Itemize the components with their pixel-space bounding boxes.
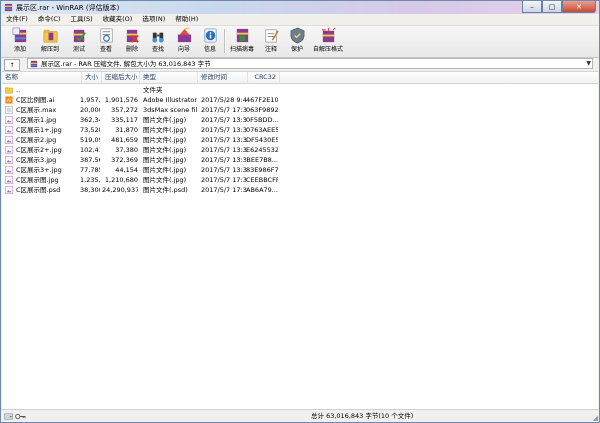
file-row[interactable]: C区展示3.jpg 387,567 372,369 图片文件(.jpg) 201… [2,155,302,165]
address-path: 展示区.rar - RAR 压缩文件, 解包大小为 63,016,843 字节 [41,60,211,68]
svg-text:Ai: Ai [7,98,11,104]
test-icon [73,29,86,43]
file-row[interactable]: C区展示2+.jpg 102,411 37,380 图片文件(.jpg) 201… [2,145,302,155]
info-icon [204,28,216,43]
jpg-file-icon [5,146,13,154]
file-row-parent[interactable]: .. 文件夹 [2,85,302,95]
max-file-icon [5,106,13,114]
file-row[interactable]: C区展示1+.jpg 73,528 31,870 图片文件(.jpg) 2017… [2,125,302,135]
comment-button[interactable]: 注释 [259,27,283,56]
menu-file[interactable]: 文件(F) [1,14,33,25]
info-button[interactable]: 信息 [198,27,222,56]
sfx-icon [321,27,336,43]
file-row[interactable]: C区展示3+.jpg 77,785 44,154 图片文件(.jpg) 2017… [2,165,302,175]
menu-favorites[interactable]: 收藏夹(O) [98,14,138,25]
column-crc32[interactable]: CRC32 [248,72,280,83]
folder-up-icon [5,87,13,94]
file-row[interactable]: Ai C区比例图.ai 1,957,545 1,901,576 Adobe Il… [2,95,302,105]
toolbar: 添加 解压到 测试 查看 删除 查找 向导 信息 扫描病毒 注释 保护 自解压格… [1,26,599,58]
file-row[interactable]: C区展示图.psd 38,300,253 24,290,937 图片文件(.ps… [2,185,302,195]
close-button[interactable]: ✕ [562,1,596,13]
add-archive-icon [12,27,26,43]
file-row[interactable]: C区展示2.jpg 519,097 481,659 图片文件(.jpg) 201… [2,135,302,145]
file-row[interactable]: C区展示图.jpg 1,235,549 1,210,680 图片文件(.jpg)… [2,175,302,185]
test-button[interactable]: 测试 [67,27,91,56]
virus-scan-icon [236,28,248,43]
column-type[interactable]: 类型 [140,72,198,83]
winrar-window: 展示区.rar - WinRAR (评估版本) – □ ✕ 文件(F) 命令(C… [0,0,600,423]
psd-file-icon [5,186,13,194]
jpg-file-icon [5,116,13,124]
menu-tools[interactable]: 工具(S) [65,14,97,25]
window-title: 展示区.rar - WinRAR (评估版本) [16,4,120,12]
extract-to-icon [43,29,57,43]
jpg-file-icon [5,156,13,164]
file-row[interactable]: C区展示1.jpg 362,340 335,117 图片文件(.jpg) 201… [2,115,302,125]
address-field[interactable]: 展示区.rar - RAR 压缩文件, 解包大小为 63,016,843 字节 … [27,58,593,69]
column-packed[interactable]: 压缩后大小 [102,72,140,83]
jpg-file-icon [5,126,13,134]
delete-button[interactable]: 删除 [120,27,144,56]
jpg-file-icon [5,136,13,144]
maximize-button[interactable]: □ [542,1,562,13]
status-bar: 总计 63,016,843 字节(10 个文件) ◢ [1,409,599,422]
winrar-logo-icon [4,3,13,12]
key-icon[interactable] [15,412,26,421]
column-name[interactable]: 名称 [2,72,82,83]
minimize-button[interactable]: – [522,1,542,13]
drive-icon[interactable] [4,412,13,421]
menu-help[interactable]: 帮助(H) [170,14,203,25]
menu-options[interactable]: 选项(N) [137,14,170,25]
view-button[interactable]: 查看 [94,27,118,56]
jpg-file-icon [5,166,13,174]
extract-to-button[interactable]: 解压到 [37,27,63,56]
protect-button[interactable]: 保护 [285,27,309,56]
status-summary: 总计 63,016,843 字节(10 个文件) [311,412,414,420]
file-list-header: 名称 大小 压缩后大小 类型 修改时间 CRC32 [2,72,598,84]
file-row[interactable]: C区展示.max 20,000,768 357,272 3dsMax scene… [2,105,302,115]
resize-grip-icon[interactable]: ◢ [593,414,598,422]
rar-archive-icon [30,60,38,68]
comment-icon [265,29,279,43]
title-bar[interactable]: 展示区.rar - WinRAR (评估版本) – □ ✕ [1,1,599,14]
add-button[interactable]: 添加 [7,27,33,56]
view-icon [100,28,112,43]
column-modified[interactable]: 修改时间 [198,72,248,83]
virus-scan-button[interactable]: 扫描病毒 [226,27,258,56]
sfx-button[interactable]: 自解压格式 [309,27,347,56]
address-dropdown-icon[interactable]: ▼ [586,59,591,68]
address-bar: ↑ 展示区.rar - RAR 压缩文件, 解包大小为 63,016,843 字… [1,58,599,71]
jpg-file-icon [5,176,13,184]
column-size[interactable]: 大小 [82,72,102,83]
menu-bar: 文件(F) 命令(C) 工具(S) 收藏夹(O) 选项(N) 帮助(H) [1,14,599,26]
up-folder-button[interactable]: ↑ [4,59,20,71]
illustrator-file-icon: Ai [5,96,13,104]
find-button[interactable]: 查找 [146,27,170,56]
find-icon [151,32,164,43]
wizard-button[interactable]: 向导 [172,27,196,56]
protect-icon [290,27,304,44]
wizard-icon [177,27,191,43]
menu-commands[interactable]: 命令(C) [33,14,66,25]
file-list[interactable]: 名称 大小 压缩后大小 类型 修改时间 CRC32 .. 文件夹 Ai C区比例… [2,71,598,409]
delete-icon [126,29,139,43]
